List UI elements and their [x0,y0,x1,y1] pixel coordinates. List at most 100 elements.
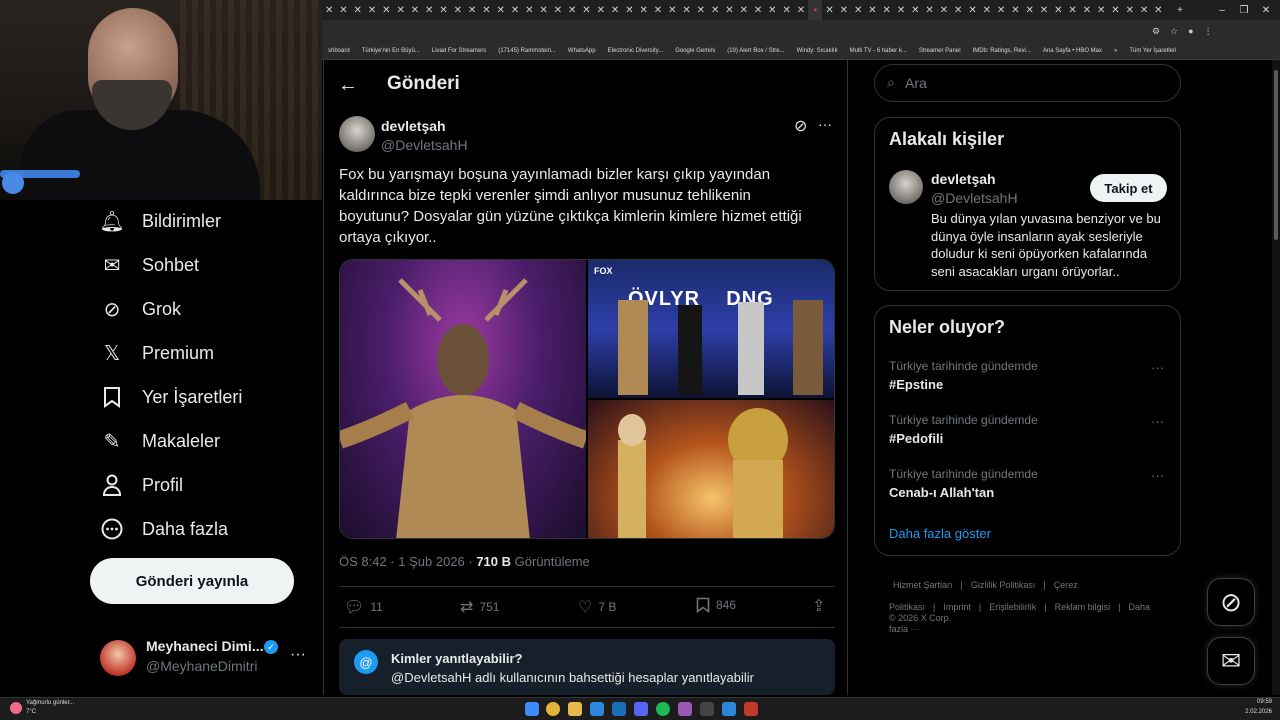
extension-icon[interactable]: ⚙ [1152,26,1160,37]
browser-tab[interactable]: ✕ [908,0,922,20]
star-icon[interactable]: ☆ [1170,26,1178,37]
browser-tab[interactable]: ✕ [1037,0,1051,20]
nav-item-grok[interactable]: ⊘ Grok [100,294,181,324]
browser-tab[interactable]: ✕ [937,0,951,20]
nav-item-chat[interactable]: ✉︎ Sohbet [100,250,199,280]
nav-item-more[interactable]: Daha fazla [100,514,228,544]
bookmark-item[interactable]: WhatsApp [562,48,602,54]
app-icon[interactable] [722,702,736,716]
trend-item[interactable]: Türkiye tarihinde gündemde Cenab-ı Allah… [889,467,1169,500]
related-name[interactable]: devletşah [931,171,996,187]
messages-floating-button[interactable]: ✉︎ [1207,637,1255,685]
more-dots-icon[interactable]: ··· [1151,414,1164,429]
browser-tab[interactable]: ✕ [665,0,679,20]
steam-icon[interactable] [612,702,626,716]
browser-tab[interactable]: ✕ [679,0,693,20]
more-dots-icon[interactable]: ··· [290,646,306,664]
account-switcher[interactable]: Meyhaneci Dimi... ✓ @MeyhaneDimitri ··· [100,636,310,680]
browser-tab[interactable]: ✕ [765,0,779,20]
related-handle[interactable]: @DevletsahH [931,190,1018,206]
search-input[interactable]: ⌕ Ara [874,64,1181,102]
browser-tab[interactable]: ✕ [780,0,794,20]
bookmark-item[interactable]: » [1108,48,1123,54]
browser-tab[interactable]: ✕ [436,0,450,20]
browser-tab[interactable]: ✕ [751,0,765,20]
nav-item-profile[interactable]: Profil [100,470,183,500]
trend-item[interactable]: Türkiye tarihinde gündemde #Epstine [889,359,1169,392]
bookmark-item[interactable]: shboard [322,48,356,54]
app-icon[interactable] [678,702,692,716]
browser-tab[interactable]: ✕ [336,0,350,20]
grok-floating-button[interactable]: ⊘ [1207,578,1255,626]
grok-icon[interactable]: ⊘ [794,116,807,136]
browser-tab[interactable]: ✕ [322,0,336,20]
browser-tab[interactable]: ✕ [1123,0,1137,20]
browser-tab[interactable]: ✕ [694,0,708,20]
browser-tab[interactable]: ✕ [479,0,493,20]
more-dots-icon[interactable]: ··· [1151,360,1164,375]
browser-tab[interactable]: ✕ [494,0,508,20]
browser-tab[interactable]: ✕ [522,0,536,20]
bookmark-item[interactable]: Türkiye'nin En Büyü... [356,48,426,54]
browser-tab[interactable]: ✕ [365,0,379,20]
browser-tab[interactable]: ✕ [922,0,936,20]
app-icon[interactable] [700,702,714,716]
browser-tab[interactable]: ✕ [1051,0,1065,20]
weather-icon[interactable] [10,702,22,714]
new-tab-icon[interactable]: + [1170,0,1190,20]
browser-tab[interactable]: ✕ [994,0,1008,20]
browser-tab[interactable]: ✕ [880,0,894,20]
reply-button[interactable]: 💬︎ 11 [344,597,383,617]
browser-tab[interactable]: ✕ [951,0,965,20]
nav-item-articles[interactable]: ✎ Makaleler [100,426,220,456]
tweet-image[interactable]: FOX ÖVLYR DNG [588,260,834,398]
share-icon[interactable]: ⇪ [812,596,825,616]
bookmark-item[interactable]: Google Gemini [669,48,721,54]
weather-text[interactable]: Yağmurlu günler... [26,700,74,706]
minimize-icon[interactable]: – [1212,0,1232,20]
browser-tab[interactable]: ✕ [1108,0,1122,20]
browser-tab[interactable]: ✕ [851,0,865,20]
bookmark-item[interactable]: Windy: Sıcaklık [791,48,844,54]
browser-tab[interactable]: ✕ [622,0,636,20]
app-icon[interactable] [590,702,604,716]
bookmark-item[interactable]: Multi TV - 6 haber k... [844,48,913,54]
nav-item-bookmarks[interactable]: Yer İşaretleri [100,382,242,412]
scrollbar[interactable] [1272,60,1280,695]
browser-tab[interactable]: ✕ [722,0,736,20]
footer-link[interactable]: Reklam bilgisi [1055,602,1111,612]
windows-start-icon[interactable] [525,702,539,716]
avatar[interactable] [889,170,923,204]
tweet-image[interactable] [340,260,589,538]
clock-date[interactable]: 2.02.2026 [1232,709,1272,715]
profile-icon[interactable]: ● [1188,26,1193,36]
browser-tab[interactable]: ✕ [737,0,751,20]
browser-tab[interactable]: ✕ [651,0,665,20]
tweet-timestamp[interactable]: ÖS 8:42 · 1 Şub 2026 · [339,554,476,569]
close-icon[interactable]: ✕ [1256,0,1276,20]
bookmark-item[interactable]: Electronic Diversity... [602,48,670,54]
browser-tab[interactable]: ✕ [1137,0,1151,20]
tweet-author-name[interactable]: devletşah [381,118,446,134]
browser-tab[interactable]: ✕ [794,0,808,20]
browser-tab[interactable]: ✕ [508,0,522,20]
folder-icon[interactable] [568,702,582,716]
like-button[interactable]: ♡ 7 B [578,597,616,617]
footer-link[interactable]: Hizmet Şartları [893,580,953,590]
browser-tab[interactable]: ✕ [1151,0,1165,20]
app-icon[interactable] [744,702,758,716]
tweet-image[interactable] [588,400,834,538]
browser-tab[interactable]: ✕ [451,0,465,20]
bookmark-item[interactable]: Livad For Streamers [426,48,492,54]
browser-tab[interactable]: ✕ [536,0,550,20]
trend-item[interactable]: Türkiye tarihinde gündemde #Pedofili [889,413,1169,446]
more-dots-icon[interactable]: ··· [1151,468,1164,483]
footer-link[interactable]: Gizlilik Politikası [971,580,1036,590]
show-more-link[interactable]: Daha fazla göster [889,526,991,541]
browser-tab[interactable]: ✕ [837,0,851,20]
browser-tab[interactable]: ✕ [1080,0,1094,20]
post-button[interactable]: Gönderi yayınla [90,558,294,604]
maximize-icon[interactable]: ❐ [1234,0,1254,20]
browser-tab[interactable]: ✕ [1065,0,1079,20]
browser-tab[interactable]: ✕ [465,0,479,20]
